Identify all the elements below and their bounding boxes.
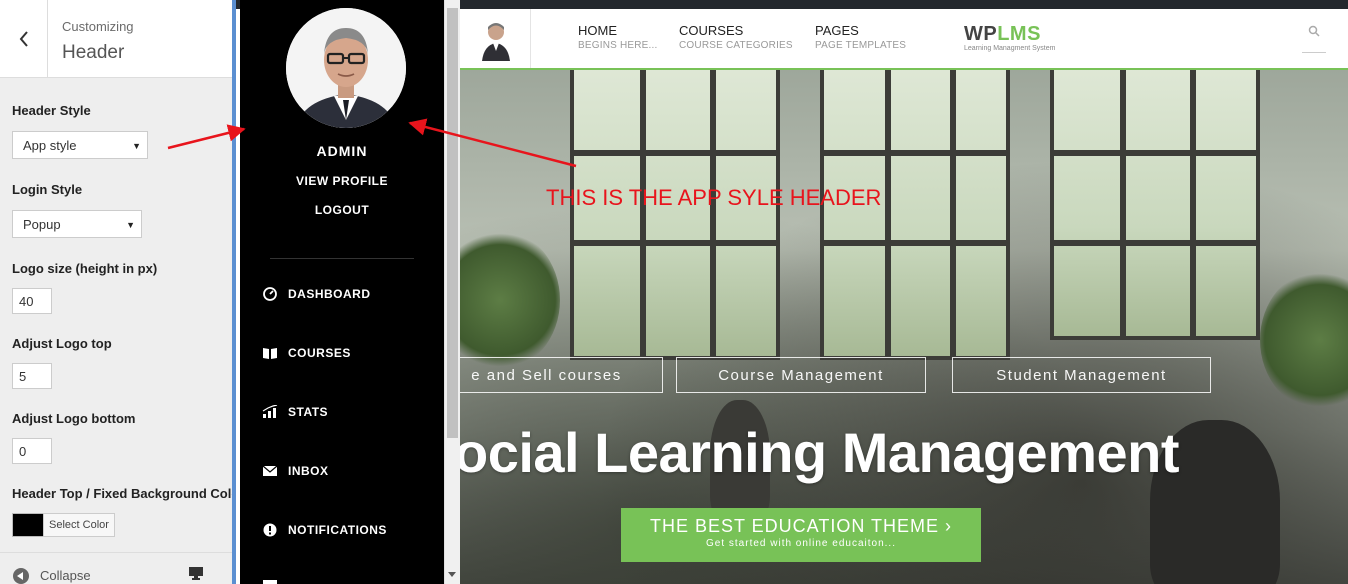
panel-scrollbar[interactable] (444, 0, 460, 584)
hero-title: ocial Learning Management (460, 421, 1180, 484)
nav-home-label: HOME (578, 23, 617, 38)
menu-item-notifications[interactable]: NOTIFICATIONS (262, 518, 444, 542)
caret-down-icon: ▼ (132, 141, 141, 151)
customizer-section-title: Header (62, 42, 125, 63)
menu-item-label: STATS (288, 405, 329, 419)
scrollbar-thumb[interactable] (447, 8, 458, 438)
logo-size-input[interactable]: 40 (12, 288, 52, 314)
menu-item-label: DASHBOARD (288, 287, 371, 301)
caret-down-icon: ▼ (126, 220, 135, 230)
site-logo[interactable]: WPLMS (964, 23, 1041, 46)
customizer-breadcrumb: Customizing (62, 19, 134, 34)
header-style-label: Header Style (12, 103, 91, 118)
collapse-icon[interactable] (13, 568, 29, 584)
customizer-panel: Customizing Header Header Style App styl… (0, 0, 236, 584)
window-image (820, 70, 1010, 360)
nav-courses-label: COURSES (679, 23, 744, 38)
logout-link[interactable]: LOGOUT (240, 203, 444, 217)
nav-home-sub: BEGINS HERE... (578, 40, 658, 51)
window-frame (1050, 240, 1260, 246)
profile-photo (286, 8, 406, 128)
hero-tag-student-management[interactable]: Student Management (952, 357, 1211, 393)
hero-section: e and Sell courses Course Management Stu… (460, 70, 1348, 584)
window-frame (640, 70, 646, 360)
logo-bottom-input[interactable]: 0 (12, 438, 52, 464)
hero-tag-sell-courses[interactable]: e and Sell courses (460, 357, 663, 393)
customizer-footer: Collapse (0, 552, 235, 584)
plant-image (460, 230, 560, 370)
header-style-select[interactable]: App style ▼ (12, 131, 148, 159)
login-style-select[interactable]: Popup ▼ (12, 210, 142, 238)
logo-lms: LMS (997, 23, 1041, 45)
select-color-button[interactable]: Select Color (43, 513, 115, 537)
back-button[interactable] (0, 0, 48, 78)
nav-courses[interactable]: COURSES COURSE CATEGORIES (679, 23, 793, 53)
window-frame (885, 70, 891, 360)
window-frame (950, 70, 956, 360)
logo-tagline: Learning Managment System (964, 45, 1056, 52)
logo-size-label: Logo size (height in px) (12, 261, 158, 276)
hero-tag-course-management[interactable]: Course Management (676, 357, 926, 393)
hero-cta-button[interactable]: THE BEST EDUCATION THEME › Get started w… (621, 508, 981, 562)
menu-item-label: COURSES (288, 346, 351, 360)
scroll-down-icon[interactable] (448, 572, 456, 577)
nav-pages-label: PAGES (815, 23, 859, 38)
menu-item-inbox[interactable]: INBOX (262, 459, 444, 483)
site-preview: HOME BEGINS HERE... COURSES COURSE CATEG… (236, 0, 1348, 584)
color-swatch[interactable] (12, 513, 44, 537)
book-icon (263, 348, 277, 359)
window-frame (820, 150, 1010, 156)
menu-item-courses[interactable]: COURSES (262, 341, 444, 365)
logo-top-label: Adjust Logo top (12, 336, 112, 351)
plant-image (1260, 270, 1348, 410)
app-style-header-panel: ADMIN VIEW PROFILE LOGOUT DASHBOARD COUR… (240, 0, 444, 584)
menu-item-label: NOTIFICATIONS (288, 523, 387, 537)
window-frame (820, 240, 1010, 246)
header-style-value: App style (23, 138, 77, 153)
collapse-button[interactable]: Collapse (40, 568, 91, 583)
partial-menu-icon (263, 580, 277, 584)
cta-sub-label: Get started with online educaiton... (706, 538, 896, 549)
login-style-value: Popup (23, 217, 61, 232)
alert-icon (263, 523, 277, 537)
site-header: HOME BEGINS HERE... COURSES COURSE CATEG… (460, 9, 1348, 70)
nav-home[interactable]: HOME BEGINS HERE... (578, 23, 658, 53)
window-frame (570, 150, 780, 156)
dashboard-icon (263, 287, 277, 301)
logo-bottom-label: Adjust Logo bottom (12, 411, 136, 426)
menu-item-dashboard[interactable]: DASHBOARD (262, 282, 444, 306)
nav-pages-sub: PAGE TEMPLATES (815, 40, 907, 51)
logo-top-input[interactable]: 5 (12, 363, 52, 389)
avatar[interactable] (482, 21, 510, 61)
stats-icon (262, 405, 278, 418)
window-frame (1190, 70, 1196, 340)
profile-name: ADMIN (316, 143, 368, 159)
window-frame (1120, 70, 1126, 340)
chevron-left-icon (19, 31, 28, 47)
window-image (1050, 70, 1260, 340)
nav-courses-sub: COURSE CATEGORIES (679, 40, 793, 51)
cta-main-label: THE BEST EDUCATION THEME › (649, 516, 953, 536)
search-icon (1308, 25, 1320, 37)
envelope-icon (262, 465, 278, 476)
nav-pages[interactable]: PAGES PAGE TEMPLATES (815, 23, 906, 53)
view-profile-link[interactable]: VIEW PROFILE (240, 174, 444, 188)
window-image (570, 70, 780, 360)
search-button[interactable] (1302, 25, 1326, 53)
desktop-icon[interactable] (188, 566, 204, 580)
customizer-header: Customizing Header (0, 0, 235, 78)
menu-item-stats[interactable]: STATS (262, 400, 444, 424)
header-divider (530, 9, 531, 68)
menu-item-label: INBOX (288, 464, 329, 478)
window-frame (1050, 150, 1260, 156)
logo-wp: WP (964, 23, 998, 45)
annotation-text: THIS IS THE APP SYLE HEADER (546, 185, 882, 210)
window-frame (570, 240, 780, 246)
profile-avatar[interactable] (286, 8, 406, 128)
panel-divider (270, 258, 414, 259)
window-frame (710, 70, 716, 360)
header-bg-label: Header Top / Fixed Background Color (12, 486, 236, 501)
login-style-label: Login Style (12, 182, 83, 197)
